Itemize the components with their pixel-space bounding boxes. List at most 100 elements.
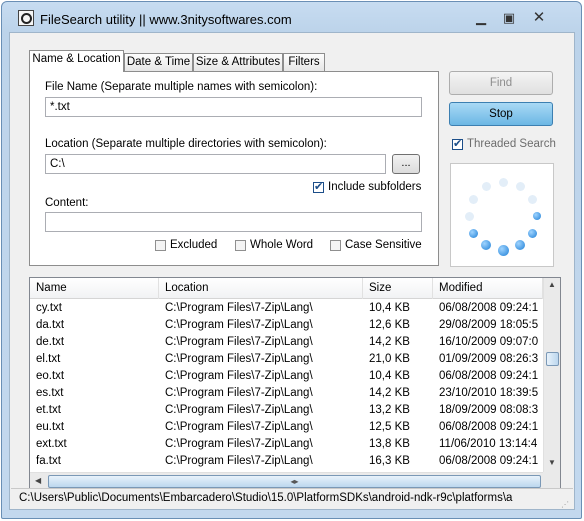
status-bar: C:\Users\Public\Documents\Embarcadero\St…: [11, 488, 573, 508]
spinner-dot: [515, 240, 525, 251]
table-row[interactable]: ext.txt C:\Program Files\7-Zip\Lang\ 13,8 …: [30, 436, 543, 453]
cell-location: C:\Program Files\7-Zip\Lang\: [165, 353, 313, 365]
scrollbar-corner: [543, 472, 560, 489]
table-row[interactable]: eo.txt C:\Program Files\7-Zip\Lang\ 10,4 K…: [30, 368, 543, 385]
column-header-location[interactable]: Location: [159, 278, 363, 299]
cell-size: 10,4 KB: [369, 302, 410, 314]
cell-size: 12,5 KB: [369, 421, 410, 433]
cell-size: 14,2 KB: [369, 336, 410, 348]
cell-modified: 23/10/2010 18:39:5: [439, 387, 539, 399]
horizontal-scrollbar[interactable]: ◀ ◂▸: [30, 472, 543, 489]
results-header: Name Location Size Modified: [30, 278, 543, 299]
cell-size: 10,4 KB: [369, 370, 410, 382]
status-path: C:\Users\Public\Documents\Embarcadero\St…: [19, 492, 513, 504]
location-input[interactable]: C:\: [45, 154, 386, 174]
cell-location: C:\Program Files\7-Zip\Lang\: [165, 319, 313, 331]
cell-location: C:\Program Files\7-Zip\Lang\: [165, 336, 313, 348]
include-subfolders-checkbox[interactable]: [313, 180, 324, 193]
cell-modified: 01/09/2009 08:26:3: [439, 353, 539, 365]
spinner-dot: [533, 212, 541, 220]
close-icon[interactable]: ✕: [530, 10, 548, 25]
cell-location: C:\Program Files\7-Zip\Lang\: [165, 387, 313, 399]
tab-size-attributes[interactable]: Size & Attributes: [193, 53, 283, 71]
cell-name: eo.txt: [36, 370, 65, 382]
scroll-down-icon[interactable]: ▼: [548, 458, 556, 467]
spinner-dot: [469, 228, 479, 238]
minimize-icon[interactable]: ▁: [472, 11, 490, 25]
table-row[interactable]: de.txt C:\Program Files\7-Zip\Lang\ 14,2 K…: [30, 334, 543, 351]
stop-button[interactable]: Stop: [449, 102, 553, 126]
file-name-label: File Name (Separate multiple names with …: [45, 81, 318, 93]
cell-size: 14,2 KB: [369, 387, 410, 399]
excluded-checkbox[interactable]: [155, 240, 166, 251]
cell-modified: 06/08/2008 09:24:1: [439, 370, 539, 382]
column-header-size[interactable]: Size: [363, 278, 433, 299]
table-row[interactable]: es.txt C:\Program Files\7-Zip\Lang\ 14,2 K…: [30, 385, 543, 402]
spinner-dot: [527, 228, 537, 238]
cell-modified: 18/09/2009 08:08:3: [439, 404, 539, 416]
spinner-dot: [469, 194, 479, 204]
scroll-up-icon[interactable]: ▲: [548, 280, 556, 289]
whole-word-checkbox[interactable]: [235, 240, 246, 251]
scroll-left-icon[interactable]: ◀: [35, 476, 41, 485]
window-title: FileSearch utility || www.3nitysoftwares…: [40, 12, 292, 27]
threaded-search-checkbox[interactable]: [452, 137, 463, 150]
table-row[interactable]: el.txt C:\Program Files\7-Zip\Lang\ 21,0 K…: [30, 351, 543, 368]
cell-name: eu.txt: [36, 421, 65, 433]
spinner-dot: [497, 244, 509, 256]
table-row[interactable]: et.txt C:\Program Files\7-Zip\Lang\ 13,2 K…: [30, 402, 543, 419]
spinner-dot: [481, 240, 491, 251]
magnifier-app-icon: [18, 10, 34, 26]
table-row[interactable]: fa.txt C:\Program Files\7-Zip\Lang\ 16,3 K…: [30, 453, 543, 470]
vertical-scrollbar[interactable]: ▲ ▼: [543, 278, 560, 472]
file-name-input[interactable]: *.txt: [45, 97, 422, 117]
table-row[interactable]: da.txt C:\Program Files\7-Zip\Lang\ 12,6 K…: [30, 317, 543, 334]
tab-date-time[interactable]: Date & Time: [124, 53, 193, 71]
resize-grip-icon[interactable]: ⋰: [561, 495, 571, 508]
vertical-scroll-thumb[interactable]: [546, 352, 559, 366]
horizontal-scroll-thumb[interactable]: ◂▸: [48, 475, 541, 488]
cell-modified: 16/10/2009 09:07:0: [439, 336, 539, 348]
tab-filters[interactable]: Filters: [283, 53, 325, 71]
app-window: FileSearch utility || www.3nitysoftwares…: [1, 1, 582, 519]
table-row[interactable]: eu.txt C:\Program Files\7-Zip\Lang\ 12,5 K…: [30, 419, 543, 436]
cell-name: de.txt: [36, 336, 65, 348]
column-header-name[interactable]: Name: [30, 278, 159, 299]
cell-name: fa.txt: [36, 455, 61, 467]
cell-location: C:\Program Files\7-Zip\Lang\: [165, 404, 313, 416]
results-list[interactable]: Name Location Size Modified cy.txt C:\Pro…: [29, 277, 561, 490]
progress-spinner: [450, 163, 554, 267]
browse-button[interactable]: ...: [392, 154, 420, 174]
threaded-search-label: Threaded Search: [467, 138, 556, 150]
cell-modified: 11/06/2010 13:14:4: [439, 438, 538, 450]
cell-size: 12,6 KB: [369, 319, 410, 331]
cell-size: 16,3 KB: [369, 455, 410, 467]
cell-size: 21,0 KB: [369, 353, 410, 365]
cell-size: 13,2 KB: [369, 404, 410, 416]
maximize-icon[interactable]: ▣: [500, 11, 518, 25]
tab-name-location[interactable]: Name & Location: [29, 50, 124, 72]
include-subfolders-label: Include subfolders: [328, 181, 422, 193]
spinner-dot: [527, 194, 537, 204]
table-row[interactable]: cy.txt C:\Program Files\7-Zip\Lang\ 10,4 K…: [30, 300, 543, 317]
cell-name: ext.txt: [36, 438, 67, 450]
excluded-label: Excluded: [170, 239, 218, 251]
content-input[interactable]: [45, 212, 422, 232]
title-bar[interactable]: FileSearch utility || www.3nitysoftwares…: [2, 2, 581, 28]
client-area: Name & Location Date & Time Size & Attri…: [9, 32, 575, 510]
cell-location: C:\Program Files\7-Zip\Lang\: [165, 302, 313, 314]
spinner-dot: [464, 211, 474, 221]
find-button[interactable]: Find: [449, 71, 553, 95]
column-header-modified[interactable]: Modified: [433, 278, 543, 299]
cell-location: C:\Program Files\7-Zip\Lang\: [165, 370, 313, 382]
cell-modified: 06/08/2008 09:24:1: [439, 455, 539, 467]
case-sensitive-checkbox[interactable]: [330, 240, 341, 251]
cell-modified: 06/08/2008 09:24:1: [439, 302, 539, 314]
spinner-dot: [481, 182, 491, 192]
name-location-panel: File Name (Separate multiple names with …: [29, 71, 439, 266]
cell-location: C:\Program Files\7-Zip\Lang\: [165, 455, 313, 467]
spinner-dot: [515, 182, 525, 192]
location-label: Location (Separate multiple directories …: [45, 138, 327, 150]
cell-name: et.txt: [36, 404, 61, 416]
cell-name: da.txt: [36, 319, 65, 331]
